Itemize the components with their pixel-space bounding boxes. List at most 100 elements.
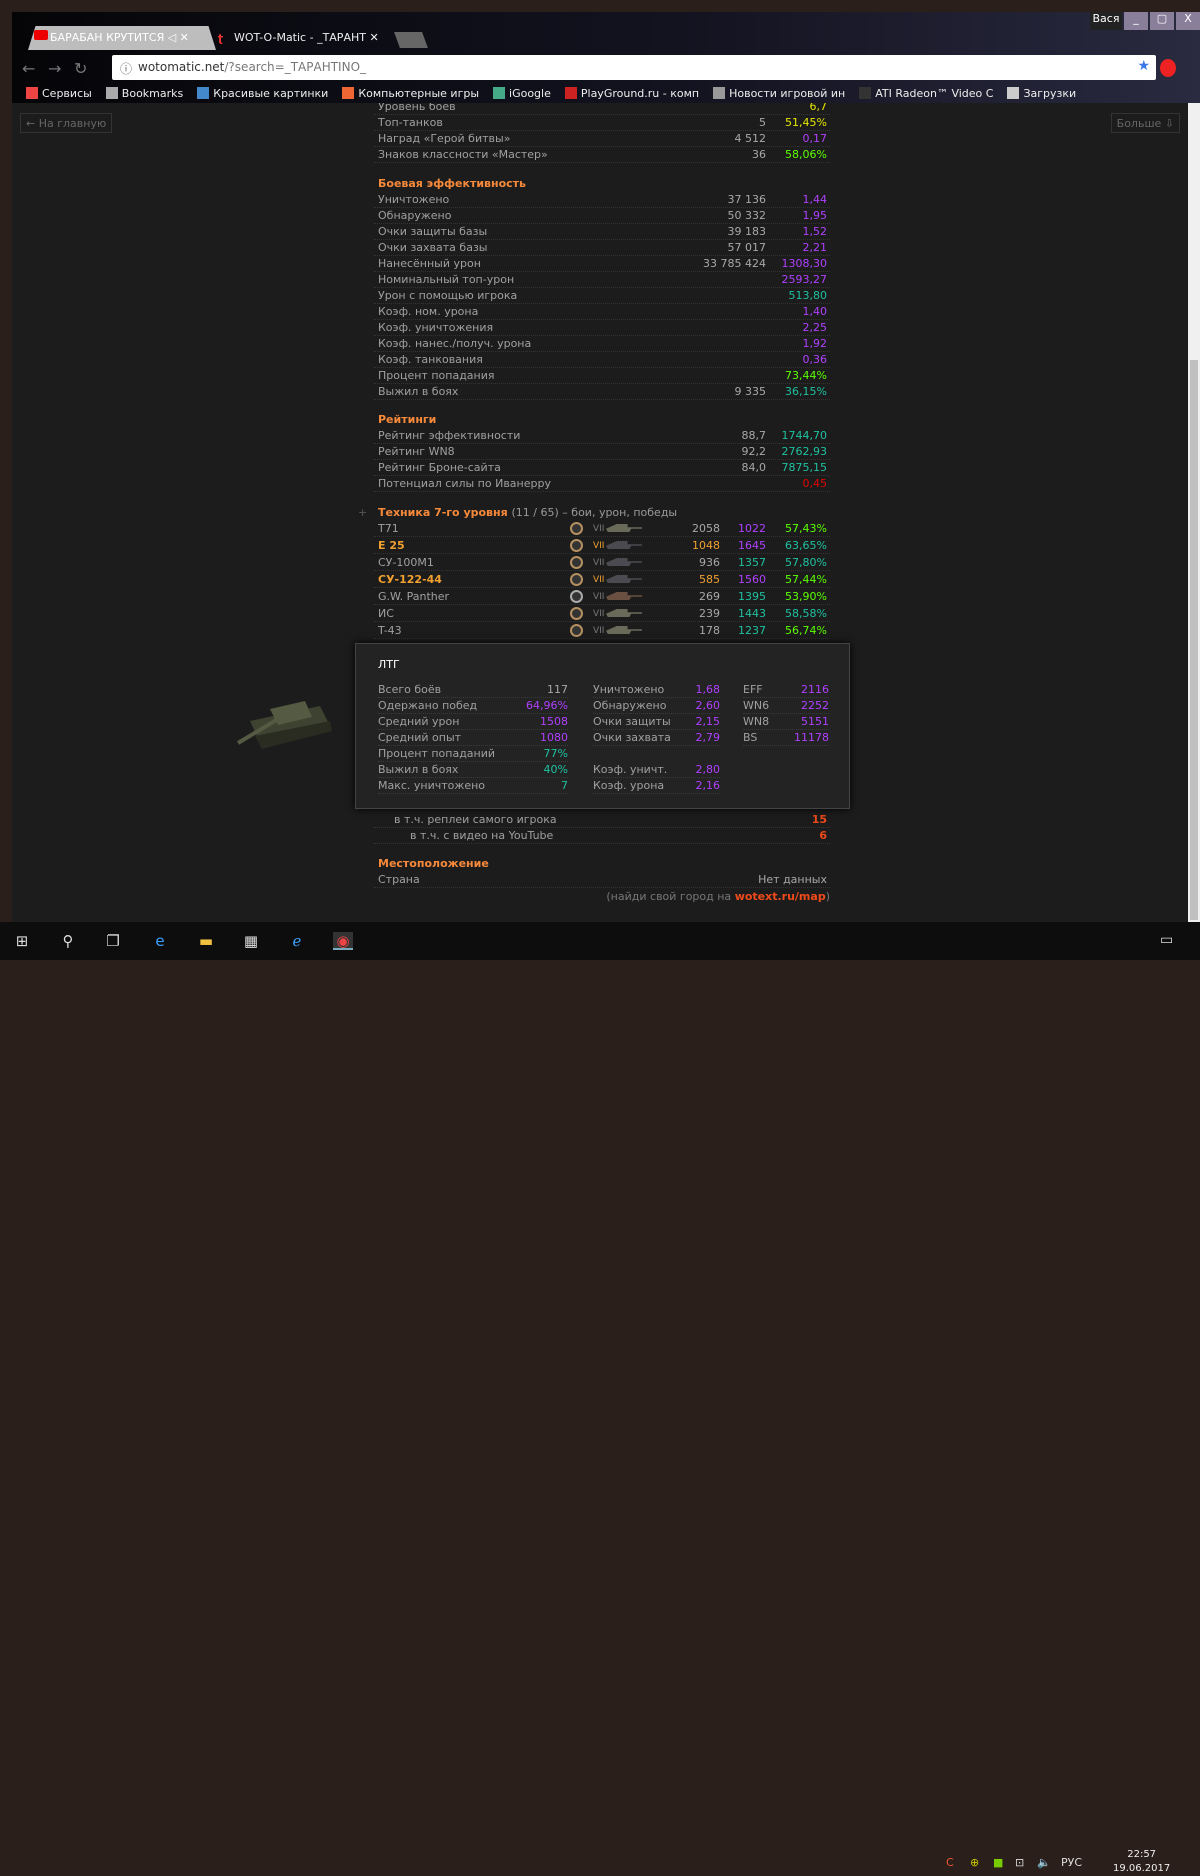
volume-icon[interactable]: 🔈 [1037, 1856, 1051, 1869]
time: 22:57 [1127, 1849, 1157, 1860]
window-controls: Вася _ ▢ X [1088, 12, 1200, 30]
store-icon[interactable]: ▦ [241, 932, 261, 950]
bookmark-item[interactable]: Bookmarks [105, 87, 183, 100]
bookmark-item[interactable]: PlayGround.ru - комп [564, 87, 699, 100]
tab-youtube[interactable]: БАРАБАН КРУТИТСЯ ◁ ✕ [28, 26, 216, 50]
vehicle-damage: 1022 [738, 522, 766, 535]
more-button[interactable]: Больше ⇩ [1110, 113, 1180, 133]
replay-row: в т.ч. с видео на YouTube 6 [374, 828, 830, 844]
tooltip-stat-value: 64,96% [526, 699, 568, 712]
ccleaner-icon[interactable]: C [946, 1856, 954, 1869]
maximize-button[interactable]: ▢ [1150, 12, 1174, 30]
stat-ratio: 51,45% [785, 116, 827, 129]
home-button[interactable]: ← На главную [20, 113, 113, 133]
bookmark-item[interactable]: Новости игровой ин [713, 87, 845, 100]
vehicle-row[interactable]: СУ-100М1 VII 936 1357 57,80% [374, 555, 830, 571]
stat-ratio: 2593,27 [781, 273, 828, 286]
edge-icon[interactable]: e [150, 932, 170, 950]
forward-icon[interactable]: → [48, 59, 61, 78]
extension-icon[interactable] [1160, 59, 1176, 77]
reload-icon[interactable]: ↻ [74, 59, 87, 78]
bookmark-item[interactable]: ATI Radeon™ Video C [859, 87, 993, 100]
stat-value: 57 017 [727, 241, 767, 254]
language-indicator[interactable]: РУС [1061, 1856, 1082, 1869]
expand-icon[interactable]: + [358, 506, 367, 519]
bookmark-label: ATI Radeon™ Video C [875, 87, 994, 100]
vehicle-row[interactable]: T71 VII 2058 1022 57,43% [374, 521, 830, 537]
date: 19.06.2017 [1113, 1863, 1171, 1874]
stat-label: Процент попадания [378, 369, 495, 382]
stat-row: Очки защиты базы 39 183 1,52 [374, 224, 830, 240]
vehicle-damage: 1443 [738, 607, 766, 620]
notifications-icon[interactable]: ▭ [1160, 932, 1173, 948]
address-bar[interactable]: ⓘ wotomatic.net/?search=_ТАРАНТINO_ ★ [112, 55, 1156, 80]
wot-favicon: ʈ [218, 32, 224, 45]
close-tab-icon[interactable]: ✕ [369, 31, 378, 44]
stat-row: Коэф. нанес./получ. урона 1,92 [374, 336, 830, 352]
map-link[interactable]: wotext.ru/map [735, 890, 826, 903]
vehicle-winrate: 57,44% [785, 573, 827, 586]
network-icon[interactable]: ⊡ [1015, 1856, 1024, 1869]
chrome-icon[interactable]: ◉ [333, 932, 353, 950]
bookmark-item[interactable]: Загрузки [1007, 87, 1076, 100]
vehicle-name[interactable]: E 25 [378, 538, 405, 554]
taskbar: ⊞ ⚲ ❐ e ▬ ▦ ℯ ◉ C ⊕ ■ ⊡ 🔈 РУС 22:57 19.06… [0, 922, 1200, 1874]
stat-label: Наград «Герой битвы» [378, 132, 511, 145]
replay-count: 15 [811, 813, 827, 826]
nvidia-icon[interactable]: ■ [993, 1856, 1003, 1869]
bookmark-item[interactable]: Компьютерные игры [342, 87, 479, 100]
new-tab-button[interactable] [394, 32, 428, 48]
vehicle-row[interactable]: T-43 VII 178 1237 56,74% [374, 623, 830, 639]
tooltip-stat-value: 11178 [794, 731, 829, 744]
vehicle-name[interactable]: G.W. Panther [378, 589, 449, 605]
stat-ratio: 1744,70 [781, 429, 828, 442]
back-icon[interactable]: ← [22, 59, 35, 78]
bookmark-item[interactable]: iGoogle [493, 87, 551, 100]
vehicle-tier: VII [593, 592, 605, 602]
bookmark-item[interactable]: Красивые картинки [197, 87, 328, 100]
vehicle-name[interactable]: СУ-100М1 [378, 555, 434, 571]
clock[interactable]: 22:57 19.06.2017 [1113, 1848, 1170, 1876]
stat-ratio: 1,52 [802, 225, 828, 238]
vehicle-name[interactable]: СУ-122-44 [378, 572, 442, 588]
vehicle-row[interactable]: E 25 VII 1048 1645 63,65% [374, 538, 830, 554]
tooltip-stat-label: EFF [743, 683, 763, 696]
stat-row: Уничтожено 37 136 1,44 [374, 192, 830, 208]
vehicle-name[interactable]: T71 [378, 521, 399, 537]
tank-silhouette-icon [606, 609, 642, 617]
tooltip-stat-label: Средний опыт [378, 731, 462, 744]
file-explorer-icon[interactable]: ▬ [196, 932, 216, 950]
mute-icon[interactable]: ◁ ✕ [168, 31, 189, 44]
windows-start-icon[interactable]: ⊞ [12, 932, 32, 950]
bookmark-star-icon[interactable]: ★ [1137, 58, 1150, 74]
stat-ratio: 7875,15 [781, 461, 828, 474]
stat-value: 92,2 [741, 445, 767, 458]
vehicle-row[interactable]: G.W. Panther VII 269 1395 53,90% [374, 589, 830, 605]
vehicle-tier: VII [593, 575, 605, 585]
bookmark-label: Загрузки [1023, 87, 1077, 100]
ie-icon[interactable]: ℯ [287, 932, 307, 950]
replay-label: в т.ч. с видео на YouTube [410, 829, 554, 842]
vehicle-battles: 2058 [692, 522, 720, 535]
bookmark-item[interactable]: Сервисы [26, 87, 92, 100]
scrollbar-thumb[interactable] [1190, 360, 1198, 920]
vehicle-name[interactable]: T-43 [378, 623, 402, 639]
tray-plus-icon[interactable]: ⊕ [970, 1856, 979, 1869]
close-button[interactable]: X [1176, 12, 1200, 30]
youtube-icon [34, 30, 48, 40]
stat-row: Коэф. ном. урона 1,40 [374, 304, 830, 320]
tooltip-stat-value: 77% [543, 747, 568, 760]
vehicle-name[interactable]: ИС [378, 606, 394, 622]
tooltip-stat-value: 2,80 [695, 763, 721, 776]
search-icon[interactable]: ⚲ [58, 932, 78, 950]
vehicle-row[interactable]: СУ-122-44 VII 585 1560 57,44% [374, 572, 830, 588]
tooltip-stat-value: 117 [547, 683, 568, 696]
vehicle-row[interactable]: ИС VII 239 1443 58,58% [374, 606, 830, 622]
vehicles-subtitle: (11 / 65) – бои, урон, победы [511, 506, 678, 519]
tab-wotomatic[interactable]: WOT-O-Matic - _ТАРАНТ ✕ [212, 26, 398, 50]
task-view-icon[interactable]: ❐ [103, 932, 123, 950]
tank-silhouette-icon [606, 558, 642, 566]
stat-label: Нанесённый урон [378, 257, 481, 270]
profile-button[interactable]: Вася [1090, 12, 1122, 30]
minimize-button[interactable]: _ [1124, 12, 1148, 30]
